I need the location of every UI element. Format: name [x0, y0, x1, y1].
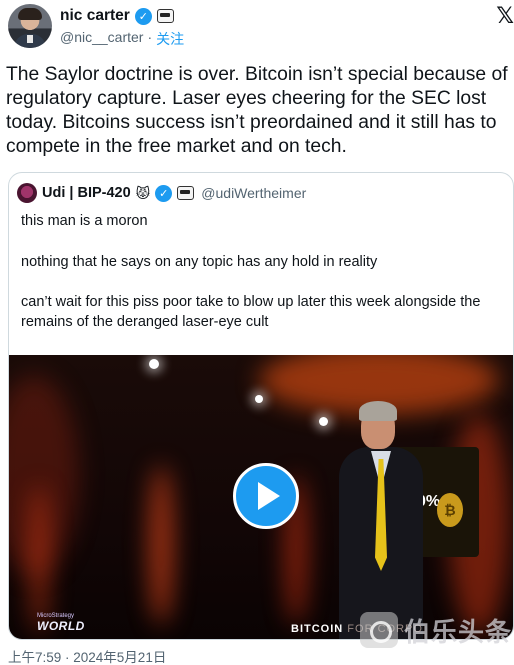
watermark-logo-icon [360, 612, 398, 648]
follow-button[interactable]: 关注 [156, 29, 184, 49]
quote-text-line: this man is a moron [21, 213, 148, 229]
handle-separator: · [147, 29, 153, 45]
video-player[interactable]: 0% ₿ MicroStrategy WORLD BITCOIN FOR COR… [9, 355, 513, 639]
quote-header: Udi | BIP-420 😾 ✓ @udiWertheimer [17, 183, 306, 203]
verified-check-icon: ✓ [155, 184, 173, 202]
affiliate-badge-icon [177, 186, 195, 200]
watermark: 伯乐头条 [360, 610, 514, 650]
author-handle-row: @nic__carter · 关注 [60, 29, 184, 49]
tweet-text: The Saylor doctrine is over. Bitcoin isn… [6, 64, 508, 157]
tweet-header: nic carter ✓ @nic__carter · 关注 𝕏 [8, 4, 514, 50]
quote-author-handle: @udiWertheimer [201, 185, 307, 201]
quote-author-name: Udi | BIP-420 [42, 185, 131, 201]
author-name-row: nic carter ✓ [60, 7, 174, 25]
quoted-tweet[interactable]: Udi | BIP-420 😾 ✓ @udiWertheimer this ma… [8, 172, 514, 640]
event-logo-bottom: WORLD [37, 619, 85, 633]
verified-check-icon: ✓ [134, 7, 152, 25]
tweet-timestamp[interactable]: 上午7:59 · 2024年5月21日 [8, 646, 166, 665]
affiliate-badge-icon[interactable] [156, 9, 174, 23]
quote-text-line: can’t wait for this piss poor take to bl… [21, 294, 481, 330]
x-logo-icon[interactable]: 𝕏 [496, 4, 514, 29]
author-avatar[interactable] [8, 4, 52, 48]
watermark-text: 伯乐头条 [404, 617, 513, 648]
event-logo: MicroStrategy WORLD [37, 613, 97, 633]
bitcoin-coin-icon: ₿ [437, 493, 463, 527]
video-caption-main: BITCOIN [291, 623, 344, 635]
cat-emoji-icon: 😾 [135, 184, 151, 201]
play-icon [258, 482, 280, 510]
quote-text-line: nothing that he says on any topic has an… [21, 254, 378, 270]
author-display-name[interactable]: nic carter [60, 7, 130, 25]
play-button[interactable] [233, 463, 299, 529]
speaker-hair [359, 401, 397, 421]
quote-author-avatar [17, 183, 37, 203]
author-handle[interactable]: @nic__carter [60, 29, 143, 49]
